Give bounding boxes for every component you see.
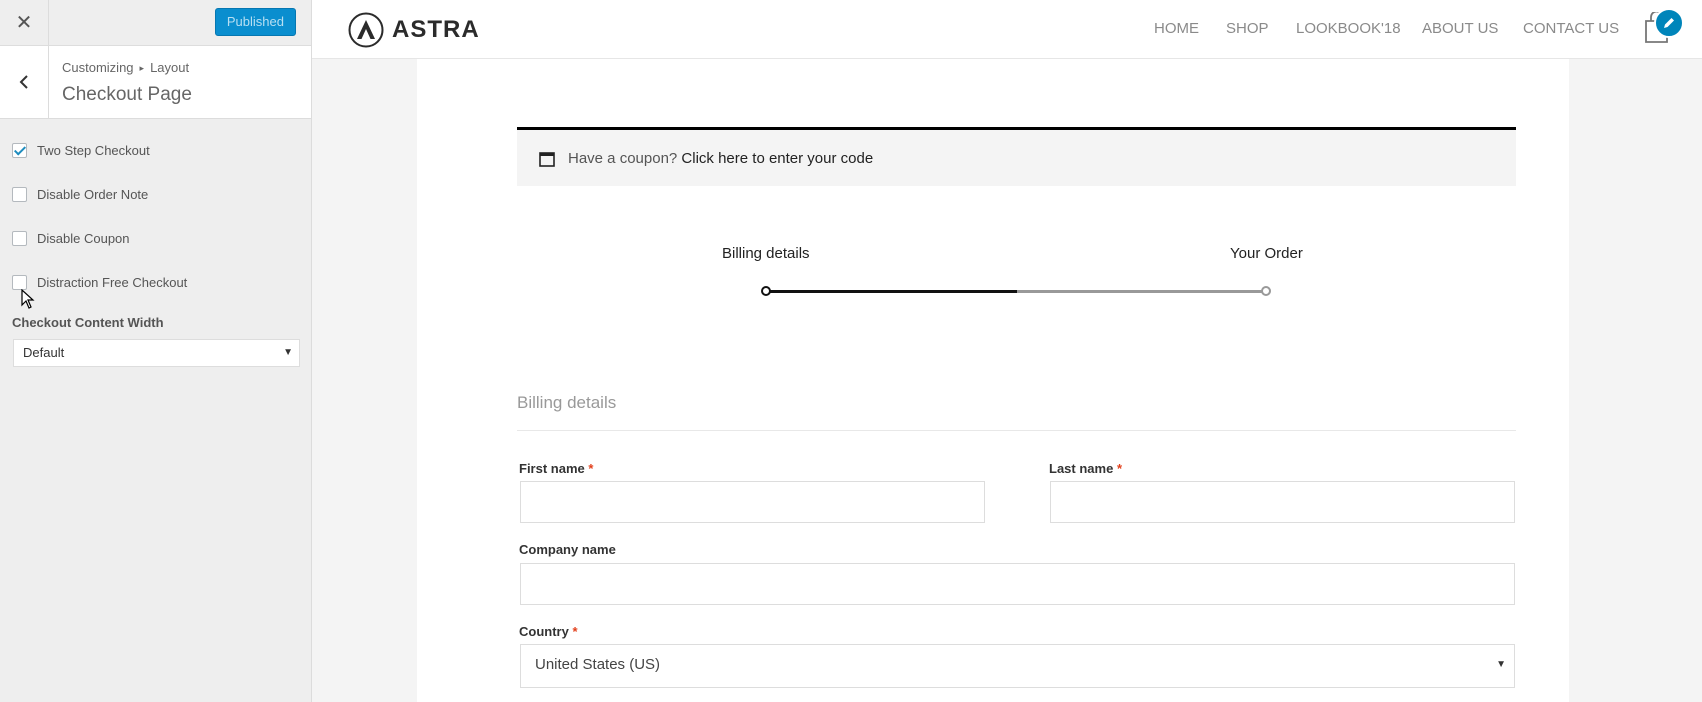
divider [517, 430, 1516, 431]
dropdown-arrow-icon: ▼ [283, 347, 293, 358]
nav-lookbook[interactable]: LOOKBOOK'18 [1296, 20, 1401, 37]
first-name-input[interactable] [520, 481, 985, 523]
distraction-free-checkbox[interactable] [12, 275, 27, 290]
section-header: Customizing ▸ Layout Checkout Page [0, 46, 311, 119]
breadcrumb: Customizing ▸ Layout [62, 60, 189, 75]
disable-coupon-checkbox[interactable] [12, 231, 27, 246]
content-width-select[interactable]: Default ▼ [13, 339, 300, 367]
site-preview: ASTRA HOME SHOP LOOKBOOK'18 ABOUT US CON… [312, 0, 1702, 702]
content-width-value: Default [23, 345, 65, 360]
publish-button[interactable]: Published [214, 8, 296, 36]
billing-heading: Billing details [517, 393, 617, 412]
option-label: Distraction Free Checkout [37, 275, 188, 290]
disable-order-note-checkbox[interactable] [12, 187, 27, 202]
two-step-checkbox[interactable] [12, 143, 27, 158]
step-billing-details[interactable]: Billing details [722, 245, 810, 262]
coupon-prompt: Have a coupon? [568, 150, 678, 167]
option-disable-coupon[interactable]: Disable Coupon [12, 231, 130, 246]
coupon-text: Have a coupon? Click here to enter your … [568, 150, 873, 167]
company-name-label: Company name [519, 542, 616, 557]
option-disable-order-note[interactable]: Disable Order Note [12, 187, 148, 202]
first-name-label-text: First name [519, 461, 585, 476]
site-header: ASTRA HOME SHOP LOOKBOOK'18 ABOUT US CON… [312, 0, 1702, 59]
first-name-label: First name * [519, 461, 593, 476]
required-mark: * [572, 624, 578, 639]
country-label: Country * [519, 624, 578, 639]
breadcrumb-layout: Layout [150, 60, 190, 75]
customizer-header: ✕ Published [0, 0, 311, 46]
breadcrumb-customizing: Customizing [62, 60, 134, 75]
close-icon: ✕ [15, 12, 33, 34]
chevron-left-icon [19, 75, 28, 89]
step-dot-billing[interactable] [761, 286, 771, 296]
option-distraction-free-checkout[interactable]: Distraction Free Checkout [12, 275, 187, 290]
mouse-cursor-icon [21, 289, 35, 309]
section-title: Checkout Page [62, 84, 192, 105]
main-nav: HOME SHOP LOOKBOOK'18 ABOUT US CONTACT U… [312, 20, 1702, 40]
required-mark: * [1116, 461, 1122, 476]
nav-about-us[interactable]: ABOUT US [1422, 20, 1498, 37]
nav-shop[interactable]: SHOP [1226, 20, 1269, 37]
step-dot-order[interactable] [1261, 286, 1271, 296]
option-label: Disable Coupon [37, 231, 130, 246]
coupon-link[interactable]: Click here to enter your code [681, 150, 873, 167]
close-customizer-button[interactable]: ✕ [0, 0, 49, 45]
customizer-sidebar: ✕ Published Customizing ▸ Layout Checkout … [0, 0, 312, 702]
last-name-label-text: Last name [1049, 461, 1114, 476]
calendar-icon [539, 152, 555, 167]
country-select[interactable]: United States (US) ▼ [520, 644, 1515, 688]
back-button[interactable] [0, 46, 49, 118]
last-name-label: Last name * [1049, 461, 1122, 476]
step-your-order[interactable]: Your Order [1230, 245, 1303, 262]
option-two-step-checkout[interactable]: Two Step Checkout [12, 143, 150, 158]
option-label: Two Step Checkout [37, 143, 150, 158]
company-name-input[interactable] [520, 563, 1515, 605]
content-width-label: Checkout Content Width [12, 315, 164, 330]
nav-home[interactable]: HOME [1154, 20, 1199, 37]
edit-shortcut-button[interactable] [1654, 8, 1684, 38]
dropdown-arrow-icon: ▼ [1496, 659, 1506, 670]
progress-bar-complete [766, 290, 1017, 293]
pencil-icon [1664, 18, 1674, 28]
breadcrumb-separator-icon: ▸ [139, 63, 145, 73]
coupon-notice: Have a coupon? Click here to enter your … [517, 127, 1516, 186]
country-label-text: Country [519, 624, 569, 639]
last-name-input[interactable] [1050, 481, 1515, 523]
progress-bar-remaining [1017, 290, 1266, 293]
required-mark: * [588, 461, 594, 476]
nav-contact-us[interactable]: CONTACT US [1523, 20, 1619, 37]
option-label: Disable Order Note [37, 187, 149, 202]
country-value: United States (US) [535, 656, 661, 673]
